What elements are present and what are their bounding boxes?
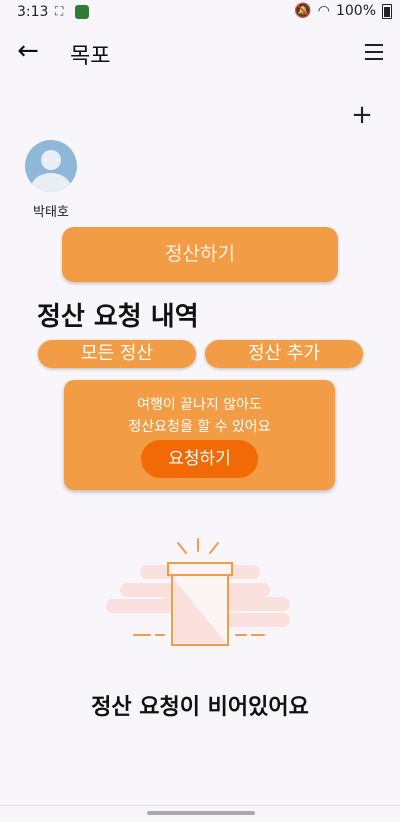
battery-percent: 100% [335, 3, 376, 19]
top-app-bar: ← 목포 [0, 24, 400, 80]
back-arrow-icon[interactable]: ← [12, 37, 44, 67]
page-title: 목포 [70, 44, 111, 69]
home-indicator[interactable] [147, 811, 255, 815]
mute-icon: 🔕 [294, 3, 312, 19]
avatar[interactable] [25, 140, 77, 192]
section-title: 정산 요청 내역 [37, 302, 199, 332]
nav-divider [0, 805, 400, 806]
app-notification-icon [75, 5, 89, 19]
status-bar: 3:13 ⛶ 🔕 ◠ 100% [0, 0, 400, 24]
wifi-icon: ◠ [317, 3, 330, 19]
settle-button[interactable]: 정산하기 [62, 227, 338, 282]
member-name: 박태호 [33, 205, 69, 220]
request-card-line2: 정산요청을 할 수 있어요 [128, 419, 271, 435]
all-settlements-button[interactable]: 모든 정산 [38, 340, 196, 368]
request-card-line1: 여행이 끝나지 않아도 [137, 397, 262, 413]
status-right: 🔕 ◠ 100% [294, 3, 392, 19]
battery-icon [382, 3, 392, 19]
request-card: 여행이 끝나지 않아도 정산요청을 할 수 있어요 요청하기 [64, 380, 335, 490]
empty-message: 정산 요청이 비어있어요 [91, 695, 309, 720]
add-settlement-button[interactable]: 정산 추가 [205, 340, 363, 368]
menu-icon[interactable] [360, 38, 388, 66]
status-time: 3:13 [17, 4, 49, 20]
screenshot-icon: ⛶ [55, 4, 64, 18]
empty-box-illustration [106, 538, 290, 646]
request-button[interactable]: 요청하기 [141, 440, 258, 478]
add-member-icon[interactable]: + [348, 102, 376, 130]
